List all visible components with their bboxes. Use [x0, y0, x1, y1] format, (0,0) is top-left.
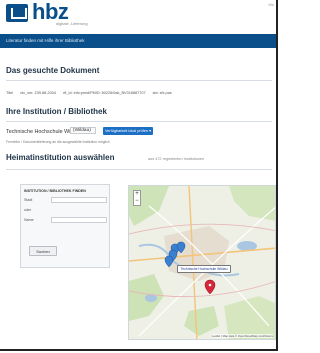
page: hbz digitale, Lieferung Mo Literatur fin… [0, 0, 278, 351]
divider [6, 121, 272, 122]
home-institution-subtitle: aus 472 registrierten Institutionen [148, 157, 205, 161]
logo-subtitle: digitale, Lieferung [56, 21, 88, 26]
document-section-title: Das gesuchte Dokument [6, 66, 100, 75]
field-label-city: Stadt [24, 198, 33, 202]
form-heading: INSTITUTION / BIBLIOTHEK FINDEN [24, 189, 86, 193]
field-label-name: Name [24, 218, 34, 222]
navbar: Literatur finden mit Hilfe ihrer Bibliot… [0, 34, 276, 48]
meta-item: ctx_ver: Z39.88-2004 [20, 91, 56, 95]
map-tooltip[interactable]: Technische Hochschule Wildau [177, 265, 231, 273]
selected-marker-icon[interactable] [204, 279, 216, 295]
institution-search-form: INSTITUTION / BIBLIOTHEK FINDEN Stadt od… [20, 184, 110, 268]
meta-item: rft_id: info:pmid/PMID: 80226/0ak_BV0188… [63, 91, 146, 95]
home-institution-title: Heimatinstitution auswählen [6, 153, 115, 162]
meta-item: Titel [6, 91, 14, 95]
map-marker-icon[interactable] [164, 255, 174, 268]
check-availability-label: Verfügbarkeit lokal prüfen [104, 129, 149, 133]
site-header: hbz digitale, Lieferung Mo [0, 0, 276, 34]
institution-note: Fernleihe / Dokumentlieferung an die aus… [6, 140, 110, 144]
meta-item: sid: sfx pas [152, 91, 172, 95]
institution-map[interactable]: + − Technische Hochschule Wildau Leaflet… [128, 185, 276, 340]
divider [6, 80, 272, 81]
divider [6, 169, 272, 170]
logo-icon[interactable] [6, 4, 28, 22]
chevron-down-icon: ▾ [149, 129, 152, 133]
document-meta: Titel ctx_ver: Z39.88-2004 rft_id: info:… [6, 91, 178, 95]
header-corner-text[interactable]: Mo [268, 2, 274, 7]
check-availability-button[interactable]: Verfügbarkeit lokal prüfen ▾ [103, 127, 153, 135]
map-attribution[interactable]: Leaflet | Map data © OpenStreetMap contr… [211, 334, 273, 338]
institution-section-title: Ihre Institution / Bibliothek [6, 107, 107, 116]
institution-select[interactable]: (Wildau) [70, 127, 96, 134]
city-input[interactable] [51, 197, 107, 203]
name-input[interactable] [51, 217, 107, 223]
field-label-or: oder [24, 208, 32, 212]
nav-link-literature[interactable]: Literatur finden mit Hilfe ihrer Bibliot… [6, 38, 85, 43]
search-button[interactable]: Suchen [29, 246, 57, 256]
map-markers [164, 241, 216, 295]
